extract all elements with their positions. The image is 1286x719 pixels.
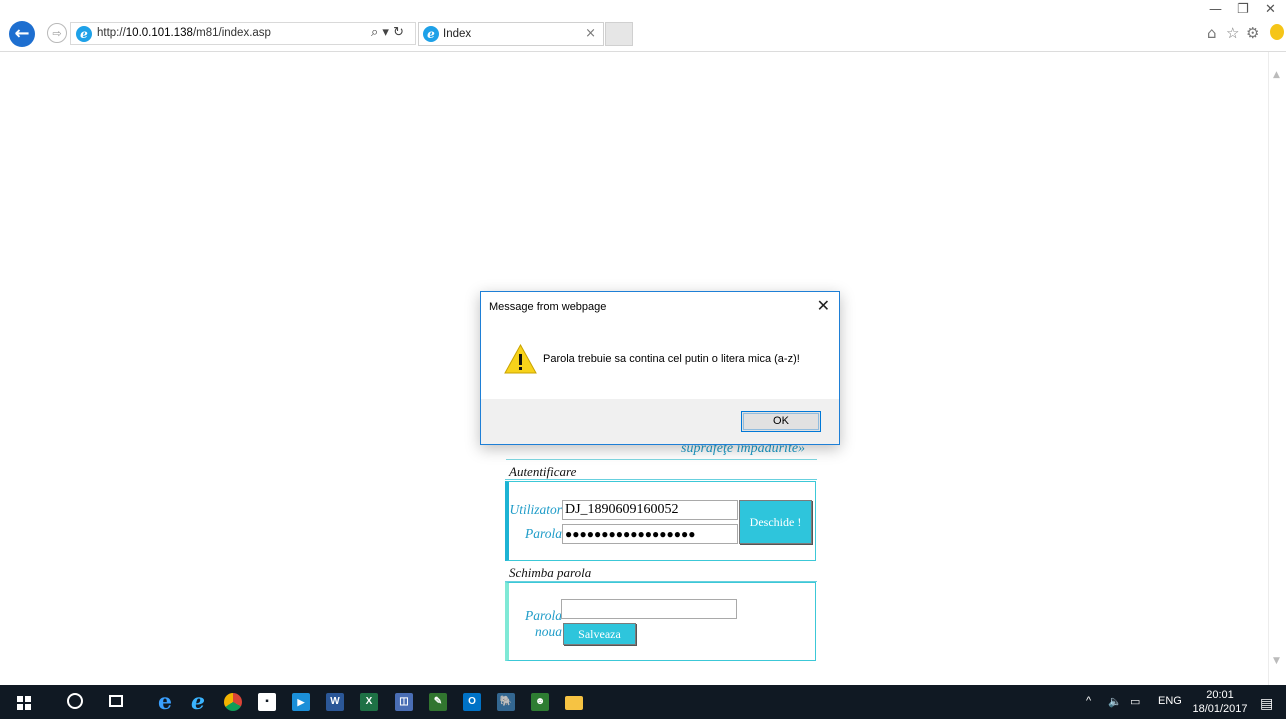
- windows-start-icon[interactable]: [17, 696, 31, 710]
- home-icon[interactable]: ⌂: [1207, 24, 1217, 42]
- edge-icon[interactable]: e: [156, 691, 174, 713]
- forward-button[interactable]: ⇨: [47, 23, 67, 43]
- divider: [506, 459, 817, 460]
- password-label: Parola: [525, 526, 562, 541]
- change-password-form: Parola noua Salveaza: [505, 582, 816, 661]
- network-icon[interactable]: ▭: [1130, 695, 1140, 708]
- file-explorer-icon[interactable]: [565, 696, 583, 710]
- new-password-label-line1: Parola: [525, 608, 562, 623]
- dialog-close-icon[interactable]: ✕: [817, 296, 830, 315]
- scroll-down-icon[interactable]: ▼: [1273, 656, 1280, 666]
- close-window-icon[interactable]: ✕: [1265, 2, 1276, 17]
- dialog-title: Message from webpage: [489, 301, 607, 313]
- new-password-label-line2: noua: [535, 624, 562, 639]
- media-player-icon[interactable]: ▶: [292, 693, 310, 711]
- app-green-icon[interactable]: ◫: [395, 693, 413, 711]
- restore-icon[interactable]: ❐: [1237, 2, 1249, 17]
- postgresql-icon[interactable]: 🐘: [497, 693, 515, 711]
- username-input[interactable]: DJ_1890609160052: [562, 500, 738, 520]
- windows-taskbar: e e ▪ ▶ W X ◫ ✎ O 🐘 ☻ ^ 🔈 ▭ ENG 20:01 18…: [0, 685, 1286, 719]
- new-password-label: Parola noua: [509, 608, 562, 640]
- chrome-icon[interactable]: [224, 693, 242, 711]
- new-password-input[interactable]: [561, 599, 737, 619]
- tab-index[interactable]: e Index ×: [418, 22, 604, 46]
- dialog-footer: OK: [481, 399, 839, 444]
- language-indicator[interactable]: ENG: [1158, 695, 1182, 707]
- tab-close-icon[interactable]: ×: [585, 26, 596, 41]
- settings-gear-icon[interactable]: ⚙: [1246, 24, 1259, 42]
- address-url: http://10.0.101.138/m81/index.asp: [97, 27, 271, 39]
- project-icon[interactable]: ✎: [429, 693, 447, 711]
- save-button[interactable]: Salveaza: [563, 623, 636, 645]
- password-input[interactable]: ●●●●●●●●●●●●●●●●●●: [562, 524, 738, 544]
- minimize-icon[interactable]: —: [1209, 2, 1222, 17]
- address-bar[interactable]: e http://10.0.101.138/m81/index.asp ⌕ ▾ …: [70, 22, 416, 45]
- ie-logo-icon: e: [76, 26, 92, 42]
- back-button[interactable]: ←: [9, 21, 35, 47]
- divider: [505, 479, 817, 480]
- tab-ie-icon: e: [423, 26, 439, 42]
- login-form: Utilizator DJ_1890609160052 Parola ●●●●●…: [505, 481, 816, 561]
- internet-explorer-icon[interactable]: e: [189, 691, 207, 713]
- volume-icon[interactable]: 🔈: [1108, 695, 1122, 708]
- open-button[interactable]: Deschide !: [739, 500, 812, 544]
- notifications-icon[interactable]: ▤: [1260, 695, 1273, 712]
- vertical-scrollbar[interactable]: ▲ ▼: [1268, 52, 1286, 685]
- clock-time: 20:01: [1206, 689, 1234, 701]
- excel-icon[interactable]: X: [360, 693, 378, 711]
- ok-button[interactable]: OK: [741, 411, 821, 432]
- dialog-message: Parola trebuie sa contina cel putin o li…: [543, 353, 800, 365]
- clock[interactable]: 20:01 18/01/2017: [1190, 688, 1250, 716]
- tab-title: Index: [443, 28, 472, 40]
- new-tab-button[interactable]: [605, 22, 633, 46]
- search-refresh-icon[interactable]: ⌕ ▾ ↻: [371, 25, 404, 40]
- user-label: Utilizator: [509, 502, 562, 517]
- app-user-icon[interactable]: ☻: [531, 693, 549, 711]
- outlook-icon[interactable]: O: [463, 693, 481, 711]
- word-icon[interactable]: W: [326, 693, 344, 711]
- login-section-title: Autentificare: [509, 464, 577, 479]
- store-icon[interactable]: ▪: [258, 693, 276, 711]
- change-password-section-title: Schimba parola: [509, 565, 592, 580]
- chevron-up-icon[interactable]: ^: [1086, 695, 1091, 707]
- favorites-star-icon[interactable]: ☆: [1226, 24, 1239, 42]
- feedback-smiley-icon[interactable]: [1270, 24, 1284, 40]
- alert-dialog: Message from webpage ✕ Parola trebuie sa…: [480, 291, 840, 445]
- scroll-up-icon[interactable]: ▲: [1273, 70, 1280, 80]
- browser-chrome: ← ⇨ e http://10.0.101.138/m81/index.asp …: [0, 0, 1286, 52]
- task-view-icon[interactable]: [109, 695, 123, 707]
- warning-icon: [504, 344, 537, 374]
- clock-date: 18/01/2017: [1192, 703, 1248, 715]
- cortana-search-icon[interactable]: [67, 693, 83, 709]
